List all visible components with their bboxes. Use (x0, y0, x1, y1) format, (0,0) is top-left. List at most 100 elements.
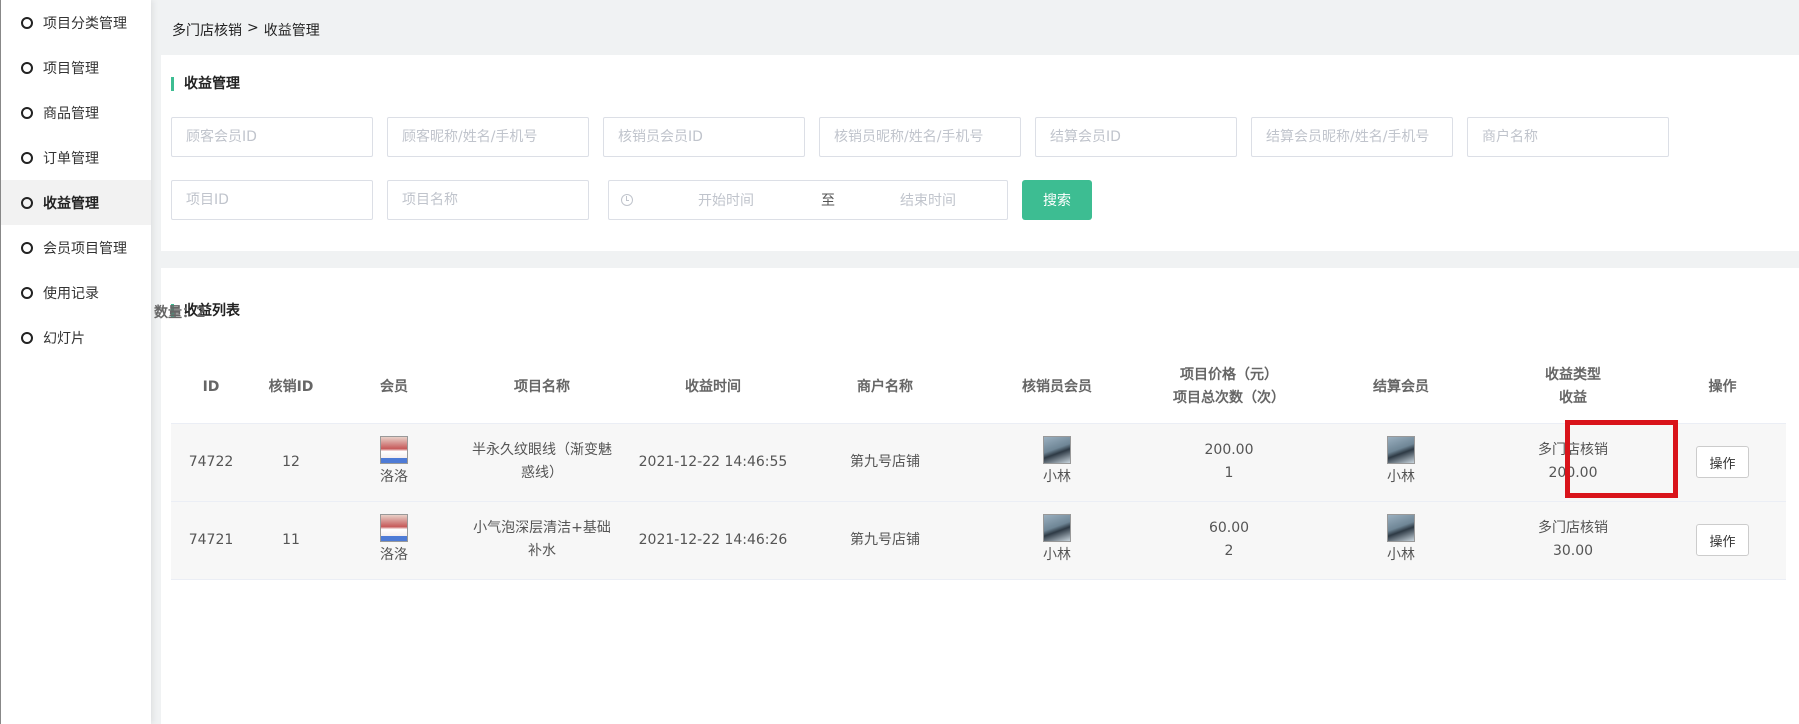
cell-action: 操作 (1659, 423, 1786, 501)
cell-verifier: 小林 (971, 501, 1143, 579)
cell-verifier: 小林 (971, 423, 1143, 501)
col-price-label: 项目价格（元） (1180, 367, 1278, 384)
avatar[interactable] (1043, 513, 1071, 542)
customer-name-input[interactable] (387, 117, 589, 157)
cell-member: 洛洛 (331, 423, 457, 501)
circle-icon (21, 331, 33, 344)
verifier-name: 小林 (1043, 468, 1071, 485)
cell-action: 操作 (1659, 501, 1786, 579)
circle-icon (21, 106, 33, 119)
col-id: ID (202, 378, 220, 395)
sidebar-item-member-project[interactable]: 会员项目管理 (1, 225, 151, 270)
col-action: 操作 (1708, 378, 1737, 395)
avatar[interactable] (1387, 435, 1415, 464)
date-range-picker[interactable]: 开始时间 至 结束时间 (608, 180, 1008, 220)
breadcrumb-current: 收益管理 (263, 23, 320, 39)
sidebar-item-usage[interactable]: 使用记录 (1, 270, 151, 315)
date-start[interactable]: 开始时间 (656, 190, 796, 210)
circle-icon (21, 286, 33, 299)
cell-id: 74722 (188, 453, 234, 470)
project-name: 小气泡深层清洁+基础补水 (473, 520, 611, 559)
col-income-type: 收益类型 收益 (1487, 352, 1659, 423)
price-value: 200.00 (1204, 442, 1254, 458)
project-name-input[interactable] (387, 180, 589, 220)
verifier-name: 小林 (1043, 546, 1071, 563)
search-button[interactable]: 搜索 (1022, 180, 1092, 220)
project-name: 半永久纹眼线（渐变魅惑线） (472, 442, 612, 481)
sidebar-item-label: 订单管理 (43, 150, 99, 167)
col-times-label: 项目总次数（次） (1173, 390, 1285, 407)
breadcrumb-parent[interactable]: 多门店核销 (172, 20, 242, 40)
cell-income-time: 2021-12-22 14:46:26 (638, 531, 788, 548)
cell-price-times: 200.00 1 (1143, 423, 1315, 501)
sidebar: 项目分类管理 项目管理 商品管理 订单管理 收益管理 会员项目管理 使用记录 幻… (0, 0, 151, 724)
sidebar-item-orders[interactable]: 订单管理 (1, 135, 151, 180)
sidebar-item-label: 项目管理 (43, 60, 99, 77)
merchant-name-input[interactable] (1467, 117, 1669, 157)
circle-icon (21, 241, 33, 254)
verifier-name-input[interactable] (819, 117, 1021, 157)
sidebar-item-label: 商品管理 (43, 105, 99, 122)
table-header-row: ID 核销ID 会员 项目名称 收益时间 商户名称 核销员会员 项目价格（元） 项… (171, 352, 1786, 423)
income-value: 30.00 (1552, 543, 1594, 559)
member-name: 洛洛 (380, 468, 408, 485)
cell-project-name: 半永久纹眼线（渐变魅惑线） (457, 423, 627, 501)
list-panel: 收益列表 ID 核销ID 会员 项目名称 收益时间 商户名称 核销员会员 项目价… (161, 268, 1799, 724)
cell-verify-id: 12 (282, 453, 300, 470)
action-button[interactable]: 操作 (1696, 524, 1749, 556)
customer-member-id-input[interactable] (171, 117, 373, 157)
list-count: 数量：2 (154, 305, 206, 321)
col-settle-member: 结算会员 (1373, 378, 1429, 395)
circle-icon (21, 196, 33, 209)
income-table: ID 核销ID 会员 项目名称 收益时间 商户名称 核销员会员 项目价格（元） 项… (171, 352, 1786, 580)
sidebar-item-label: 会员项目管理 (43, 240, 127, 257)
col-income-time: 收益时间 (685, 378, 741, 395)
date-end[interactable]: 结束时间 (858, 190, 998, 210)
breadcrumb-separator: > (247, 20, 259, 36)
col-type-label: 收益类型 (1545, 367, 1601, 384)
sidebar-item-label: 幻灯片 (43, 330, 85, 347)
avatar[interactable] (1043, 435, 1071, 464)
search-panel-title: 收益管理 (171, 77, 240, 91)
verifier-member-id-input[interactable] (603, 117, 805, 157)
income-type-value: 多门店核销 (1538, 520, 1608, 536)
action-button[interactable]: 操作 (1696, 446, 1749, 478)
price-value: 60.00 (1208, 520, 1250, 536)
sidebar-item-goods[interactable]: 商品管理 (1, 90, 151, 135)
sidebar-item-income[interactable]: 收益管理 (1, 180, 151, 225)
sidebar-item-slides[interactable]: 幻灯片 (1, 315, 151, 360)
search-panel: 收益管理 开始时间 至 结束时间 搜索 (161, 55, 1799, 251)
sidebar-item-label: 项目分类管理 (43, 15, 127, 32)
cell-id: 74721 (188, 531, 234, 548)
cell-income-type: 多门店核销 30.00 (1487, 501, 1659, 579)
cell-income-time: 2021-12-22 14:46:55 (638, 453, 788, 470)
cell-merchant: 第九号店铺 (850, 531, 920, 548)
col-verifier: 核销员会员 (1022, 378, 1092, 395)
circle-icon (21, 16, 33, 29)
sidebar-item-label: 使用记录 (43, 285, 99, 302)
avatar[interactable] (380, 513, 408, 542)
times-value: 2 (1224, 543, 1234, 559)
col-verify-id: 核销ID (268, 378, 314, 395)
col-project-name: 项目名称 (514, 378, 570, 395)
date-separator: 至 (821, 193, 835, 209)
avatar[interactable] (1387, 513, 1415, 542)
settle-member-name: 小林 (1387, 468, 1415, 485)
project-id-input[interactable] (171, 180, 373, 220)
cell-member: 洛洛 (331, 501, 457, 579)
sidebar-item-project[interactable]: 项目管理 (1, 45, 151, 90)
settle-member-id-input[interactable] (1035, 117, 1237, 157)
income-value: 200.00 (1548, 465, 1598, 481)
breadcrumb: 多门店核销 > 收益管理 (172, 20, 320, 40)
cell-verify-id: 11 (282, 531, 300, 548)
circle-icon (21, 151, 33, 164)
sidebar-item-category[interactable]: 项目分类管理 (1, 0, 151, 45)
col-member: 会员 (380, 378, 408, 395)
avatar[interactable] (380, 435, 408, 464)
settle-member-name: 小林 (1387, 546, 1415, 563)
member-name: 洛洛 (380, 546, 408, 563)
col-merchant: 商户名称 (857, 378, 913, 395)
col-income-label: 收益 (1559, 390, 1587, 407)
settle-member-name-input[interactable] (1251, 117, 1453, 157)
income-type-value: 多门店核销 (1538, 442, 1608, 458)
